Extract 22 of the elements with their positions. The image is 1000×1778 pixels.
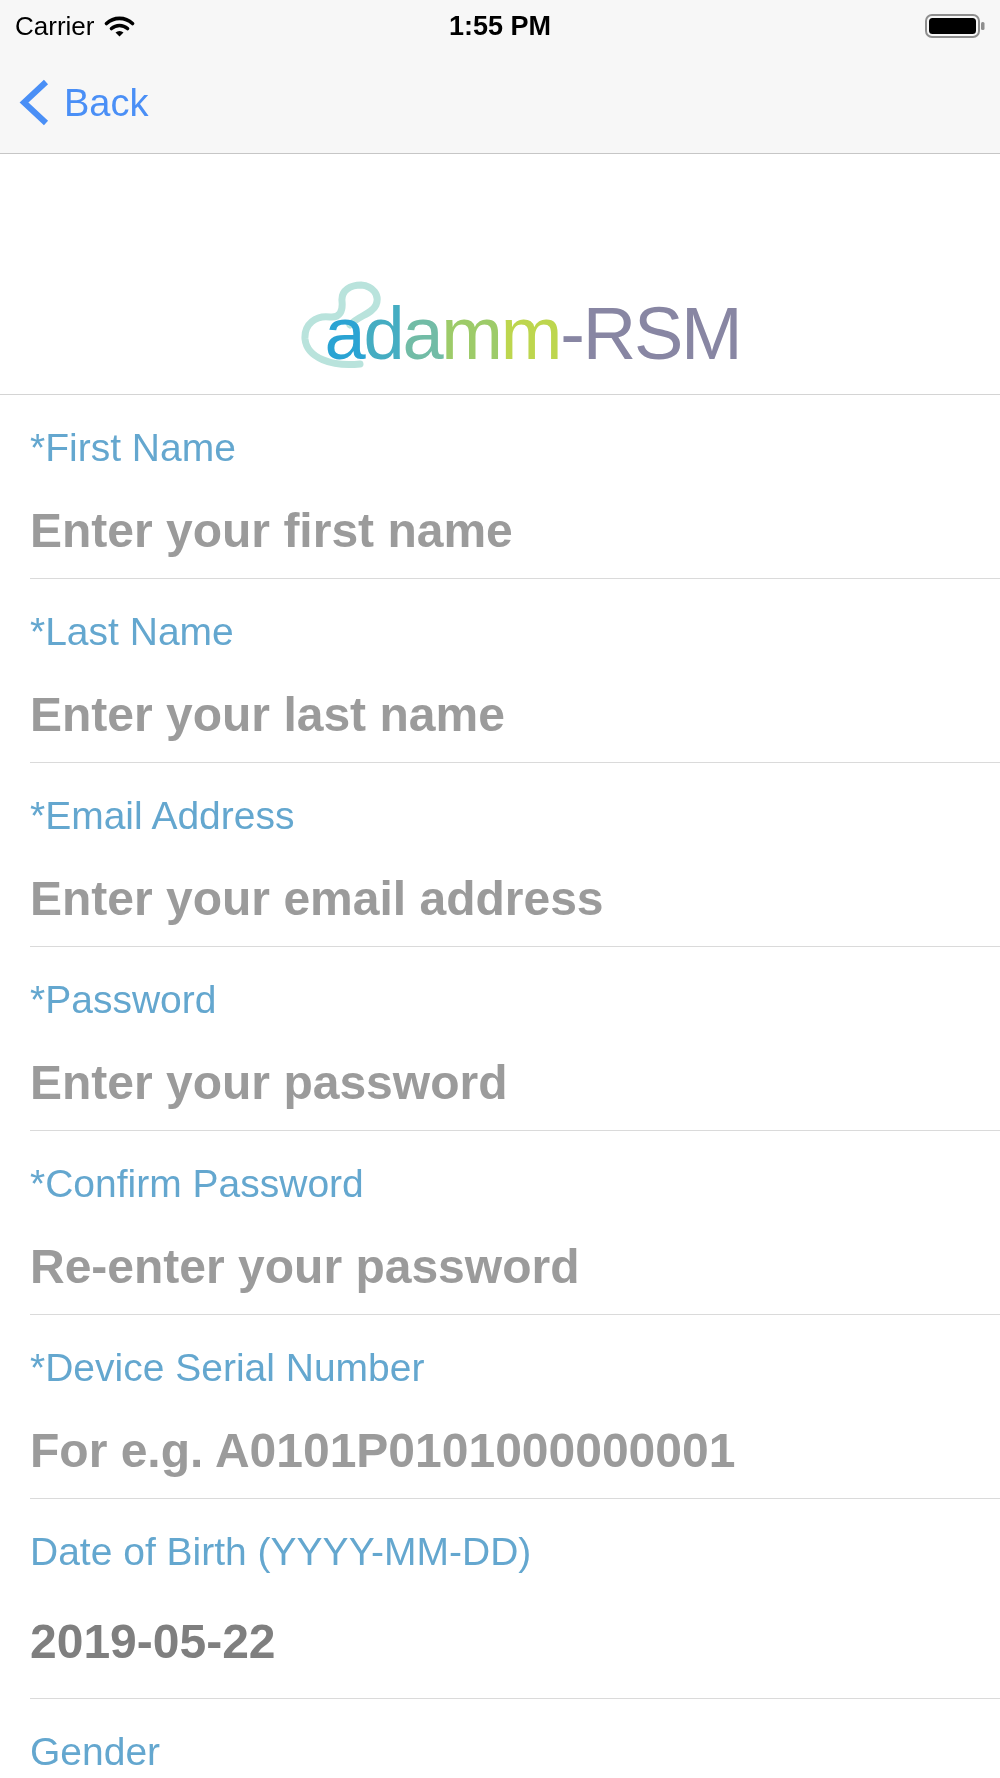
field-label: *Last Name [30,609,234,655]
field-label: *First Name [30,425,236,471]
field-label: *Device Serial Number [30,1345,425,1391]
input-field[interactable]: Enter your last name [30,687,1000,743]
field-label: Gender [30,1729,161,1775]
wifi-icon [104,15,136,37]
input-field[interactable]: Re-enter your password [30,1239,1000,1295]
field-label: Date of Birth (YYYY-MM-DD) [30,1529,532,1575]
field-label: *Email Address [30,793,295,839]
input-field[interactable]: Enter your email address [30,871,1000,927]
input-field[interactable]: Enter your password [30,1055,1000,1111]
battery-icon [925,14,985,38]
status-time: 1:55 PM [448,11,551,41]
input-field[interactable]: Enter your first name [30,503,1000,559]
chevron-left-icon [19,79,50,126]
back-button[interactable]: Back [19,79,149,126]
field-label: *Confirm Password [30,1161,364,1207]
input-field[interactable]: For e.g. A0101P0101000000001 [30,1423,1000,1479]
logo: adamm-RSM [299,281,741,371]
field-label: *Password [30,977,217,1023]
carrier-label: Carrier [15,11,95,41]
input-field[interactable]: 2019-05-22 [30,1614,1000,1670]
